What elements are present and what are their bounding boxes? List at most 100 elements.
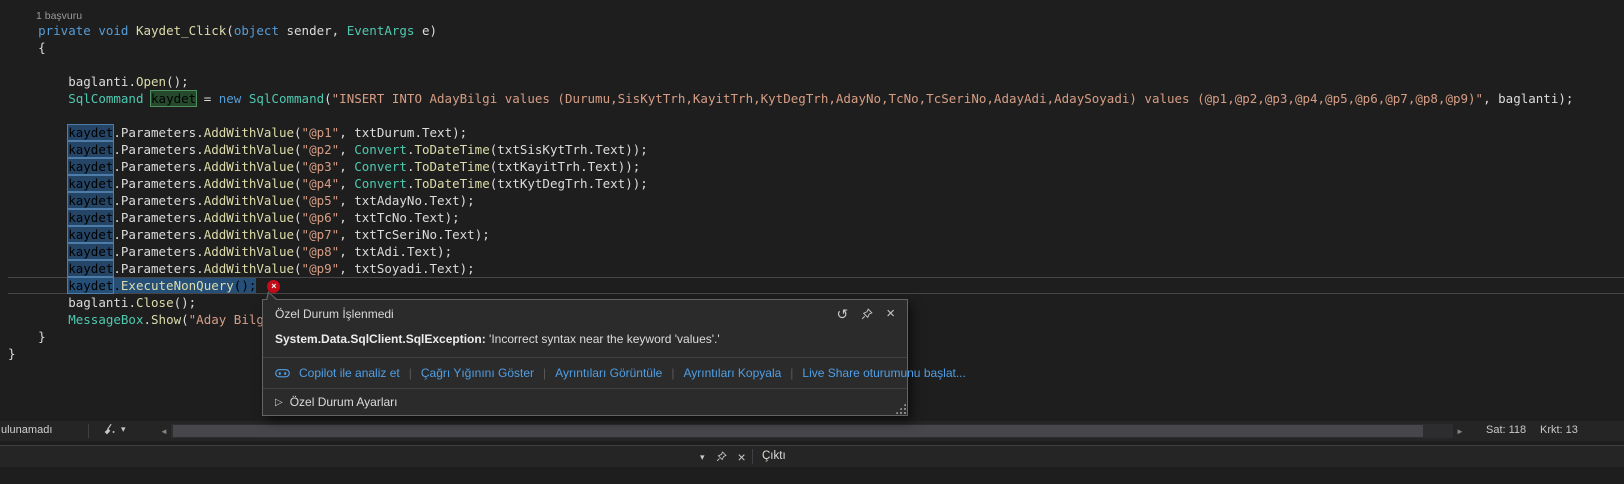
pin-icon[interactable] xyxy=(861,308,873,320)
code-token: ( xyxy=(324,91,332,106)
exception-type: System.Data.SqlClient.SqlException: xyxy=(275,332,486,346)
code-token: ToDateTime xyxy=(414,142,490,157)
code-token: "@p1" xyxy=(301,125,340,140)
code-token: MessageBox xyxy=(68,312,144,327)
code-token: e xyxy=(421,23,430,38)
code-token: ); xyxy=(459,193,475,208)
code-token: "INSERT INTO AdayBilgi values (Durumu,Si… xyxy=(331,91,1484,106)
code-line[interactable]: kaydet.Parameters.AddWithValue("@p1", tx… xyxy=(8,124,1624,141)
code-token: Text xyxy=(429,261,460,276)
code-token: "Aday Bilg xyxy=(188,312,264,327)
code-token: AddWithValue xyxy=(203,159,295,174)
code-token: txtAdi xyxy=(354,244,400,259)
code-token: "@p2" xyxy=(301,142,340,157)
code-token: Parameters xyxy=(120,176,197,191)
code-token: . xyxy=(113,125,121,140)
code-line[interactable]: baglanti.Open(); xyxy=(8,73,1624,90)
code-line[interactable]: 1 başvuru xyxy=(8,8,1624,22)
horizontal-scrollbar: ◄ ► xyxy=(157,423,1467,439)
code-token: ( xyxy=(294,261,302,276)
code-line[interactable]: kaydet.Parameters.AddWithValue("@p7", tx… xyxy=(8,226,1624,243)
pin-icon[interactable] xyxy=(716,451,727,462)
code-line[interactable]: kaydet.ExecuteNonQuery(); × xyxy=(8,277,1624,294)
scroll-left-arrow[interactable]: ◄ xyxy=(157,427,171,436)
code-line[interactable]: private void Kaydet_Click(object sender,… xyxy=(8,22,1624,39)
code-token: 1 başvuru xyxy=(36,10,83,22)
editor-bottom-strip: ulunamadı ▾ ◄ ► Sat: 118 Krkt: 13 xyxy=(0,421,1624,441)
code-token: txtSoyadi xyxy=(354,261,422,276)
code-token: Show xyxy=(151,312,182,327)
code-health-indicator[interactable]: ▾ xyxy=(103,423,126,436)
link-show-call-stack[interactable]: Çağrı Yığınını Göster xyxy=(421,366,534,380)
code-token: "@p9" xyxy=(301,261,340,276)
code-token: . xyxy=(113,278,121,293)
code-token: new xyxy=(218,91,242,106)
code-line[interactable] xyxy=(8,56,1624,73)
close-icon[interactable]: × xyxy=(738,450,746,464)
code-token: ( xyxy=(294,125,302,140)
popup-actions: Copilot ile analiz et | Çağrı Yığınını G… xyxy=(263,357,966,388)
link-view-details[interactable]: Ayrıntıları Görüntüle xyxy=(555,366,662,380)
code-token: ( xyxy=(294,210,302,225)
code-token: (); xyxy=(166,74,189,89)
exception-detail: 'Incorrect syntax near the keyword 'valu… xyxy=(485,332,720,346)
code-line[interactable]: kaydet.Parameters.AddWithValue("@p2", Co… xyxy=(8,141,1624,158)
code-token: . xyxy=(196,159,204,174)
scrollbar-track[interactable] xyxy=(171,424,1453,438)
code-token: void xyxy=(98,23,129,38)
code-token: ( xyxy=(294,159,302,174)
link-copilot-analyze[interactable]: Copilot ile analiz et xyxy=(299,366,400,380)
code-token: ); xyxy=(452,125,468,140)
scrollbar-thumb[interactable] xyxy=(173,425,1423,437)
code-token: EventArgs xyxy=(346,23,415,38)
code-line[interactable]: kaydet.Parameters.AddWithValue("@p6", tx… xyxy=(8,209,1624,226)
code-token: Close xyxy=(135,295,174,310)
code-token: , xyxy=(339,244,355,259)
code-line[interactable] xyxy=(8,107,1624,124)
code-token: ); xyxy=(1558,91,1574,106)
chevron-down-icon[interactable]: ▾ xyxy=(700,451,705,463)
code-line[interactable]: kaydet.Parameters.AddWithValue("@p3", Co… xyxy=(8,158,1624,175)
code-token: . xyxy=(414,125,422,140)
code-token: )); xyxy=(625,176,648,191)
code-token: . xyxy=(113,244,121,259)
close-icon[interactable]: × xyxy=(886,306,895,321)
exception-message: System.Data.SqlClient.SqlException: 'Inc… xyxy=(263,325,907,357)
code-line[interactable]: kaydet.Parameters.AddWithValue("@p8", tx… xyxy=(8,243,1624,260)
scroll-right-arrow[interactable]: ► xyxy=(1453,427,1467,436)
code-token: . xyxy=(113,227,121,242)
code-token: txtTcSeriNo xyxy=(354,227,438,242)
code-token: . xyxy=(580,159,588,174)
code-line[interactable]: kaydet.Parameters.AddWithValue("@p4", Co… xyxy=(8,175,1624,192)
code-line[interactable]: { xyxy=(8,39,1624,56)
code-token: ); xyxy=(474,227,490,242)
code-token: SqlCommand xyxy=(68,91,144,106)
code-token: . xyxy=(113,142,121,157)
code-line[interactable]: kaydet.Parameters.AddWithValue("@p9", tx… xyxy=(8,260,1624,277)
strip-divider xyxy=(88,424,89,438)
code-token: AddWithValue xyxy=(203,261,295,276)
copilot-icon xyxy=(275,367,290,379)
exception-settings-expander[interactable]: ▷ Özel Durum Ayarları xyxy=(263,388,907,415)
chevron-down-icon: ▾ xyxy=(121,424,126,434)
popup-title: Özel Durum İşlenmedi xyxy=(275,307,394,321)
code-token: ( xyxy=(294,227,302,242)
code-token: , xyxy=(339,210,355,225)
code-token: Open xyxy=(135,74,167,89)
code-token: ToDateTime xyxy=(414,176,490,191)
link-separator: | xyxy=(790,366,794,380)
code-token: . xyxy=(399,244,407,259)
code-token: "@p5" xyxy=(301,193,340,208)
code-token: kaydet xyxy=(150,90,198,107)
code-token: ( xyxy=(181,312,189,327)
code-token: )); xyxy=(617,159,641,174)
code-line[interactable]: SqlCommand kaydet = new SqlCommand("INSE… xyxy=(8,90,1624,107)
link-copy-details[interactable]: Ayrıntıları Kopyala xyxy=(683,366,781,380)
history-icon[interactable]: ↺ xyxy=(837,307,849,321)
code-line[interactable]: kaydet.Parameters.AddWithValue("@p5", tx… xyxy=(8,192,1624,209)
link-start-live-share[interactable]: Live Share oturumunu başlat... xyxy=(802,366,965,380)
